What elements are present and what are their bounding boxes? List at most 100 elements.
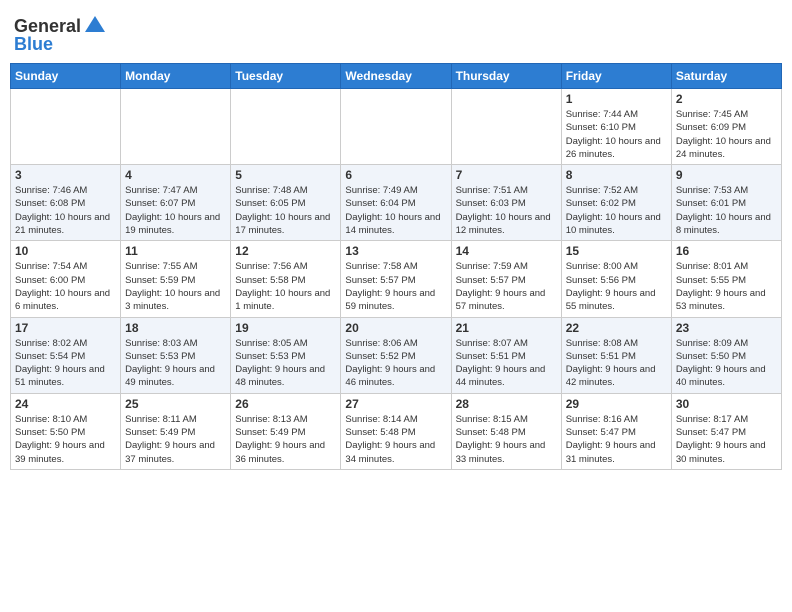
calendar-cell	[231, 89, 341, 165]
day-info: Sunrise: 8:13 AM Sunset: 5:49 PM Dayligh…	[235, 413, 336, 466]
calendar-cell: 24 Sunrise: 8:10 AM Sunset: 5:50 PM Dayli…	[11, 393, 121, 469]
day-info: Sunrise: 8:02 AM Sunset: 5:54 PM Dayligh…	[15, 337, 116, 390]
day-info: Sunrise: 7:46 AM Sunset: 6:08 PM Dayligh…	[15, 184, 116, 237]
calendar-cell: 11 Sunrise: 7:55 AM Sunset: 5:59 PM Dayli…	[121, 241, 231, 317]
calendar-cell	[341, 89, 451, 165]
day-number: 24	[15, 397, 116, 411]
day-info: Sunrise: 7:54 AM Sunset: 6:00 PM Dayligh…	[15, 260, 116, 313]
day-info: Sunrise: 8:00 AM Sunset: 5:56 PM Dayligh…	[566, 260, 667, 313]
day-number: 10	[15, 244, 116, 258]
calendar-cell: 30 Sunrise: 8:17 AM Sunset: 5:47 PM Dayli…	[671, 393, 781, 469]
day-number: 23	[676, 321, 777, 335]
day-number: 18	[125, 321, 226, 335]
calendar-cell: 27 Sunrise: 8:14 AM Sunset: 5:48 PM Dayli…	[341, 393, 451, 469]
day-info: Sunrise: 8:17 AM Sunset: 5:47 PM Dayligh…	[676, 413, 777, 466]
calendar-cell: 18 Sunrise: 8:03 AM Sunset: 5:53 PM Dayli…	[121, 317, 231, 393]
calendar-cell: 23 Sunrise: 8:09 AM Sunset: 5:50 PM Dayli…	[671, 317, 781, 393]
calendar-cell: 8 Sunrise: 7:52 AM Sunset: 6:02 PM Daylig…	[561, 165, 671, 241]
calendar-cell: 29 Sunrise: 8:16 AM Sunset: 5:47 PM Dayli…	[561, 393, 671, 469]
calendar-cell: 5 Sunrise: 7:48 AM Sunset: 6:05 PM Daylig…	[231, 165, 341, 241]
calendar-cell: 20 Sunrise: 8:06 AM Sunset: 5:52 PM Dayli…	[341, 317, 451, 393]
day-number: 5	[235, 168, 336, 182]
day-info: Sunrise: 8:06 AM Sunset: 5:52 PM Dayligh…	[345, 337, 446, 390]
calendar-cell	[451, 89, 561, 165]
calendar-cell: 26 Sunrise: 8:13 AM Sunset: 5:49 PM Dayli…	[231, 393, 341, 469]
calendar-cell: 22 Sunrise: 8:08 AM Sunset: 5:51 PM Dayli…	[561, 317, 671, 393]
calendar-cell: 28 Sunrise: 8:15 AM Sunset: 5:48 PM Dayli…	[451, 393, 561, 469]
day-info: Sunrise: 7:55 AM Sunset: 5:59 PM Dayligh…	[125, 260, 226, 313]
calendar-cell	[121, 89, 231, 165]
day-info: Sunrise: 7:49 AM Sunset: 6:04 PM Dayligh…	[345, 184, 446, 237]
day-number: 6	[345, 168, 446, 182]
page-header: General Blue	[10, 10, 782, 55]
weekday-header-thursday: Thursday	[451, 64, 561, 89]
weekday-header-wednesday: Wednesday	[341, 64, 451, 89]
day-number: 13	[345, 244, 446, 258]
day-info: Sunrise: 8:07 AM Sunset: 5:51 PM Dayligh…	[456, 337, 557, 390]
weekday-header-monday: Monday	[121, 64, 231, 89]
calendar-cell: 14 Sunrise: 7:59 AM Sunset: 5:57 PM Dayli…	[451, 241, 561, 317]
calendar-cell: 9 Sunrise: 7:53 AM Sunset: 6:01 PM Daylig…	[671, 165, 781, 241]
day-number: 14	[456, 244, 557, 258]
day-number: 25	[125, 397, 226, 411]
day-info: Sunrise: 7:44 AM Sunset: 6:10 PM Dayligh…	[566, 108, 667, 161]
logo-icon	[83, 14, 107, 38]
day-number: 17	[15, 321, 116, 335]
day-info: Sunrise: 8:03 AM Sunset: 5:53 PM Dayligh…	[125, 337, 226, 390]
day-number: 16	[676, 244, 777, 258]
day-info: Sunrise: 7:52 AM Sunset: 6:02 PM Dayligh…	[566, 184, 667, 237]
day-info: Sunrise: 7:59 AM Sunset: 5:57 PM Dayligh…	[456, 260, 557, 313]
weekday-header-row: SundayMondayTuesdayWednesdayThursdayFrid…	[11, 64, 782, 89]
calendar-cell: 6 Sunrise: 7:49 AM Sunset: 6:04 PM Daylig…	[341, 165, 451, 241]
calendar-week-row: 24 Sunrise: 8:10 AM Sunset: 5:50 PM Dayli…	[11, 393, 782, 469]
day-info: Sunrise: 8:11 AM Sunset: 5:49 PM Dayligh…	[125, 413, 226, 466]
calendar-week-row: 10 Sunrise: 7:54 AM Sunset: 6:00 PM Dayli…	[11, 241, 782, 317]
day-number: 22	[566, 321, 667, 335]
calendar-cell: 3 Sunrise: 7:46 AM Sunset: 6:08 PM Daylig…	[11, 165, 121, 241]
calendar-cell	[11, 89, 121, 165]
day-number: 9	[676, 168, 777, 182]
day-number: 8	[566, 168, 667, 182]
day-number: 21	[456, 321, 557, 335]
logo: General Blue	[14, 14, 107, 55]
day-info: Sunrise: 7:58 AM Sunset: 5:57 PM Dayligh…	[345, 260, 446, 313]
weekday-header-friday: Friday	[561, 64, 671, 89]
calendar-cell: 21 Sunrise: 8:07 AM Sunset: 5:51 PM Dayli…	[451, 317, 561, 393]
day-number: 20	[345, 321, 446, 335]
day-number: 29	[566, 397, 667, 411]
day-number: 28	[456, 397, 557, 411]
day-number: 26	[235, 397, 336, 411]
day-number: 27	[345, 397, 446, 411]
day-info: Sunrise: 8:08 AM Sunset: 5:51 PM Dayligh…	[566, 337, 667, 390]
day-info: Sunrise: 7:48 AM Sunset: 6:05 PM Dayligh…	[235, 184, 336, 237]
day-info: Sunrise: 7:47 AM Sunset: 6:07 PM Dayligh…	[125, 184, 226, 237]
calendar-table: SundayMondayTuesdayWednesdayThursdayFrid…	[10, 63, 782, 470]
calendar-cell: 15 Sunrise: 8:00 AM Sunset: 5:56 PM Dayli…	[561, 241, 671, 317]
day-number: 12	[235, 244, 336, 258]
day-info: Sunrise: 8:16 AM Sunset: 5:47 PM Dayligh…	[566, 413, 667, 466]
calendar-week-row: 1Sunrise: 7:44 AM Sunset: 6:10 PM Daylig…	[11, 89, 782, 165]
calendar-cell: 1Sunrise: 7:44 AM Sunset: 6:10 PM Daylig…	[561, 89, 671, 165]
calendar-cell: 10 Sunrise: 7:54 AM Sunset: 6:00 PM Dayli…	[11, 241, 121, 317]
day-info: Sunrise: 8:10 AM Sunset: 5:50 PM Dayligh…	[15, 413, 116, 466]
weekday-header-saturday: Saturday	[671, 64, 781, 89]
calendar-cell: 12Sunrise: 7:56 AM Sunset: 5:58 PM Dayli…	[231, 241, 341, 317]
day-number: 11	[125, 244, 226, 258]
calendar-week-row: 17 Sunrise: 8:02 AM Sunset: 5:54 PM Dayli…	[11, 317, 782, 393]
day-info: Sunrise: 8:15 AM Sunset: 5:48 PM Dayligh…	[456, 413, 557, 466]
day-number: 30	[676, 397, 777, 411]
day-info: Sunrise: 8:05 AM Sunset: 5:53 PM Dayligh…	[235, 337, 336, 390]
day-info: Sunrise: 7:51 AM Sunset: 6:03 PM Dayligh…	[456, 184, 557, 237]
weekday-header-sunday: Sunday	[11, 64, 121, 89]
calendar-cell: 25 Sunrise: 8:11 AM Sunset: 5:49 PM Dayli…	[121, 393, 231, 469]
day-info: Sunrise: 7:53 AM Sunset: 6:01 PM Dayligh…	[676, 184, 777, 237]
calendar-cell: 2Sunrise: 7:45 AM Sunset: 6:09 PM Daylig…	[671, 89, 781, 165]
day-info: Sunrise: 8:09 AM Sunset: 5:50 PM Dayligh…	[676, 337, 777, 390]
day-number: 3	[15, 168, 116, 182]
calendar-cell: 7Sunrise: 7:51 AM Sunset: 6:03 PM Daylig…	[451, 165, 561, 241]
calendar-week-row: 3 Sunrise: 7:46 AM Sunset: 6:08 PM Daylig…	[11, 165, 782, 241]
day-info: Sunrise: 8:14 AM Sunset: 5:48 PM Dayligh…	[345, 413, 446, 466]
calendar-cell: 13 Sunrise: 7:58 AM Sunset: 5:57 PM Dayli…	[341, 241, 451, 317]
day-number: 2	[676, 92, 777, 106]
day-number: 15	[566, 244, 667, 258]
